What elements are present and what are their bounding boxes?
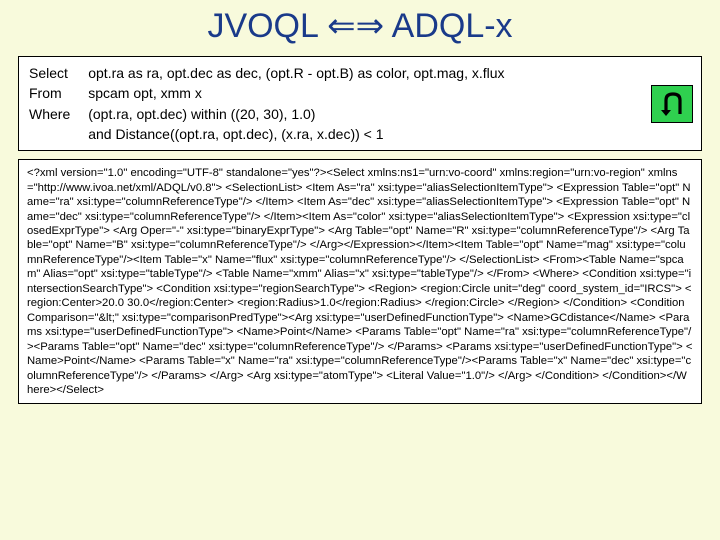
u-turn-icon (651, 85, 693, 123)
page-title: JVOQL ⇐⇒ ADQL-x (0, 0, 720, 52)
sql-block: Select From Where opt.ra as ra, opt.dec … (18, 56, 702, 151)
keyword-from: From (29, 83, 70, 103)
sql-line: (opt.ra, opt.dec) within ((20, 30), 1.0) (88, 104, 691, 124)
sql-body: opt.ra as ra, opt.dec as dec, (opt.R - o… (88, 63, 691, 144)
sql-keywords: Select From Where (29, 63, 70, 144)
sql-line: opt.ra as ra, opt.dec as dec, (opt.R - o… (88, 63, 691, 83)
sql-line: spcam opt, xmm x (88, 83, 691, 103)
xml-block: <?xml version="1.0" encoding="UTF-8" sta… (18, 159, 702, 404)
keyword-select: Select (29, 63, 70, 83)
keyword-where: Where (29, 104, 70, 124)
sql-line: and Distance((opt.ra, opt.dec), (x.ra, x… (88, 124, 691, 144)
